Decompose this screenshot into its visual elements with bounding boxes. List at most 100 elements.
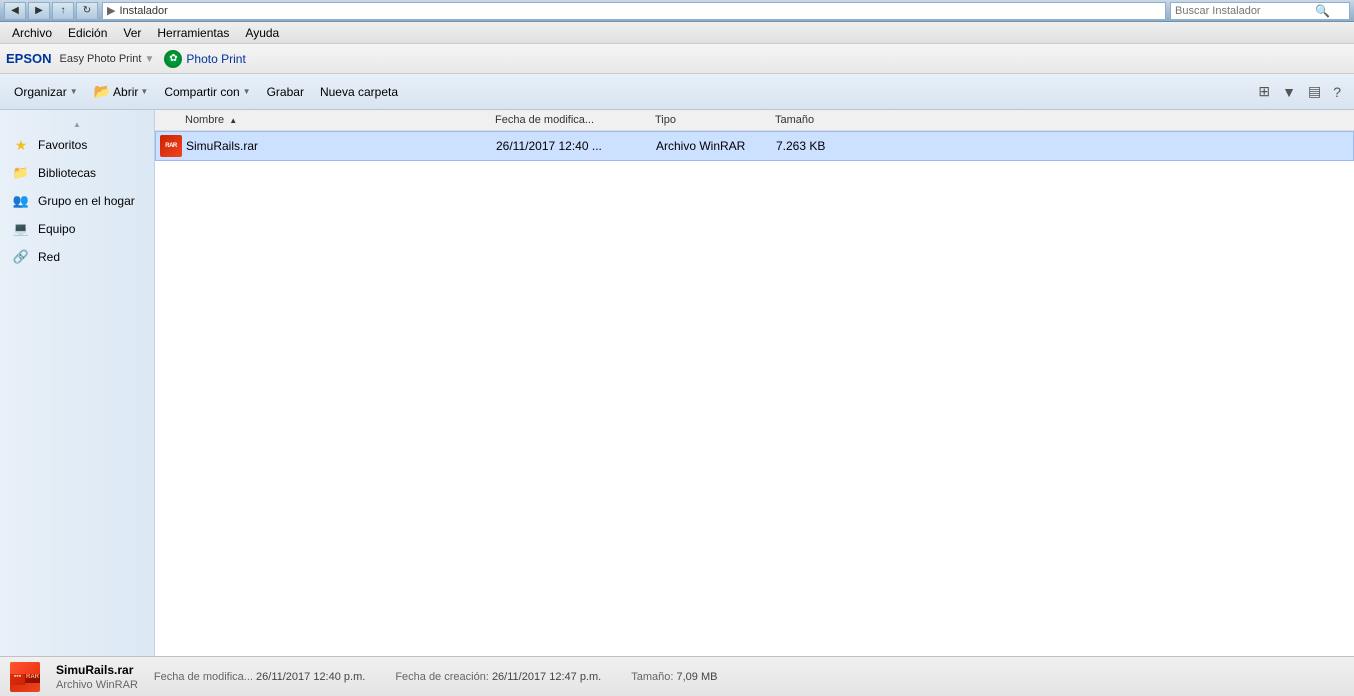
sidebar-item-bibliotecas[interactable]: 📁 Bibliotecas [0,159,154,187]
menu-archivo[interactable]: Archivo [4,24,60,42]
help-icon: ? [1333,84,1341,100]
col-header-size[interactable]: Tamaño [775,114,875,126]
sidebar-scroll-up[interactable]: ▲ [73,120,81,129]
size-value: 7,09 MB [676,671,717,683]
up-button[interactable]: ↑ [52,2,74,20]
computer-icon: 💻 [12,220,30,238]
menu-edicion[interactable]: Edición [60,24,115,42]
action-toolbar: Organizar ▼ 📂 Abrir ▼ Compartir con ▼ Gr… [0,74,1354,110]
status-size: Tamaño: 7,09 MB [631,671,717,683]
rar-file-icon: RAR [160,135,182,157]
view-list-button[interactable]: ⊞ [1253,80,1275,103]
compartir-chevron: ▼ [243,87,251,96]
file-icon-cell: RAR [156,135,186,157]
back-button[interactable]: ◀ [4,2,26,20]
column-headers: Nombre ▲ Fecha de modifica... Tipo Tamañ… [155,110,1354,131]
view-dropdown-button[interactable]: ▼ [1277,81,1301,103]
refresh-button[interactable]: ↻ [76,2,98,20]
grabar-button[interactable]: Grabar [261,82,310,102]
col-header-date[interactable]: Fecha de modifica... [495,114,655,126]
file-type-cell: Archivo WinRAR [656,139,776,153]
epson-app-label: Easy Photo Print ▼ [60,53,155,65]
organizar-chevron: ▼ [70,87,78,96]
star-icon: ★ [12,136,30,154]
file-list: RAR SimuRails.rar 26/11/2017 12:40 ... A… [155,131,1354,656]
search-box[interactable]: 🔍 [1170,2,1350,20]
compartir-label: Compartir con [164,85,239,99]
empty-space [155,161,1354,461]
compartir-button[interactable]: Compartir con ▼ [158,82,256,102]
network-icon: 🔗 [12,248,30,266]
abrir-label: Abrir [113,85,138,99]
file-date-cell: 26/11/2017 12:40 ... [496,139,656,153]
organizar-label: Organizar [14,85,67,99]
abrir-chevron: ▼ [140,87,148,96]
sidebar-item-grupo-hogar[interactable]: 👥 Grupo en el hogar [0,187,154,215]
path-text: Instalador [119,5,167,17]
sidebar-item-red[interactable]: 🔗 Red [0,243,154,271]
nueva-carpeta-button[interactable]: Nueva carpeta [314,82,404,102]
help-button[interactable]: ? [1328,81,1346,103]
photo-print-icon: ✿ [164,50,182,68]
sidebar: ▲ ★ Favoritos 📁 Bibliotecas 👥 Grupo en e… [0,110,155,656]
col-header-type[interactable]: Tipo [655,114,775,126]
file-size-cell: 7.263 KB [776,139,876,153]
sort-arrow: ▲ [229,116,237,125]
menu-bar: Archivo Edición Ver Herramientas Ayuda [0,22,1354,44]
col-date-label: Fecha de modifica... [495,114,594,126]
file-area: Nombre ▲ Fecha de modifica... Tipo Tamañ… [155,110,1354,656]
search-icon: 🔍 [1315,4,1330,18]
forward-button[interactable]: ▶ [28,2,50,20]
title-bar-nav: ◀ ▶ ↑ ↻ [4,2,98,20]
view-dropdown-chevron: ▼ [1282,84,1296,100]
file-name-cell: SimuRails.rar [186,139,496,153]
sidebar-label-grupo-hogar: Grupo en el hogar [38,194,135,208]
photo-print-label: Photo Print [186,52,245,66]
grabar-label: Grabar [267,85,304,99]
status-filename: SimuRails.rar [56,663,138,677]
epson-toolbar: EPSON Easy Photo Print ▼ ✿ Photo Print [0,44,1354,74]
view-list-icon: ⊞ [1258,83,1270,99]
sidebar-label-equipo: Equipo [38,222,75,236]
date-modified-value: 26/11/2017 12:40 p.m. [256,671,365,683]
path-chevron: ▶ [107,4,115,17]
photo-print-button[interactable]: ✿ Photo Print [164,50,245,68]
title-bar: ◀ ▶ ↑ ↻ ▶ Instalador 🔍 [0,0,1354,22]
status-date-created: Fecha de creación: 26/11/2017 12:47 p.m. [395,671,601,683]
sidebar-label-favoritos: Favoritos [38,138,87,152]
size-label: Tamaño: [631,671,673,683]
menu-herramientas[interactable]: Herramientas [149,24,237,42]
search-input[interactable] [1175,5,1315,17]
date-created-value: 26/11/2017 12:47 p.m. [492,671,601,683]
status-bar: ▪▪▪ RAR SimuRails.rar Archivo WinRAR Fec… [0,656,1354,696]
col-name-label: Nombre [185,114,224,126]
col-type-label: Tipo [655,114,676,126]
homegroup-icon: 👥 [12,192,30,210]
status-file-icon: ▪▪▪ RAR [10,662,40,692]
col-size-label: Tamaño [775,114,814,126]
status-date-modified: Fecha de modifica... 26/11/2017 12:40 p.… [154,671,365,683]
status-meta: Fecha de modifica... 26/11/2017 12:40 p.… [154,671,718,683]
open-icon: 📂 [94,83,111,100]
sidebar-label-red: Red [38,250,60,264]
abrir-button[interactable]: 📂 Abrir ▼ [88,80,155,103]
sidebar-label-bibliotecas: Bibliotecas [38,166,96,180]
main-area: ▲ ★ Favoritos 📁 Bibliotecas 👥 Grupo en e… [0,110,1354,656]
status-filetype: Archivo WinRAR [56,679,138,691]
sidebar-item-equipo[interactable]: 💻 Equipo [0,215,154,243]
col-header-name[interactable]: Nombre ▲ [155,114,495,126]
address-bar[interactable]: ▶ Instalador [102,2,1166,20]
menu-ayuda[interactable]: Ayuda [237,24,287,42]
status-info: SimuRails.rar Archivo WinRAR [56,663,138,691]
date-created-label: Fecha de creación: [395,671,489,683]
menu-ver[interactable]: Ver [115,24,149,42]
sidebar-item-favoritos[interactable]: ★ Favoritos [0,131,154,159]
organizar-button[interactable]: Organizar ▼ [8,82,84,102]
nueva-carpeta-label: Nueva carpeta [320,85,398,99]
preview-pane-icon: ▤ [1308,83,1321,99]
preview-pane-button[interactable]: ▤ [1303,80,1326,103]
date-modified-label: Fecha de modifica... [154,671,253,683]
table-row[interactable]: RAR SimuRails.rar 26/11/2017 12:40 ... A… [155,131,1354,161]
view-controls: ⊞ ▼ ▤ ? [1253,80,1346,103]
library-icon: 📁 [12,164,30,182]
